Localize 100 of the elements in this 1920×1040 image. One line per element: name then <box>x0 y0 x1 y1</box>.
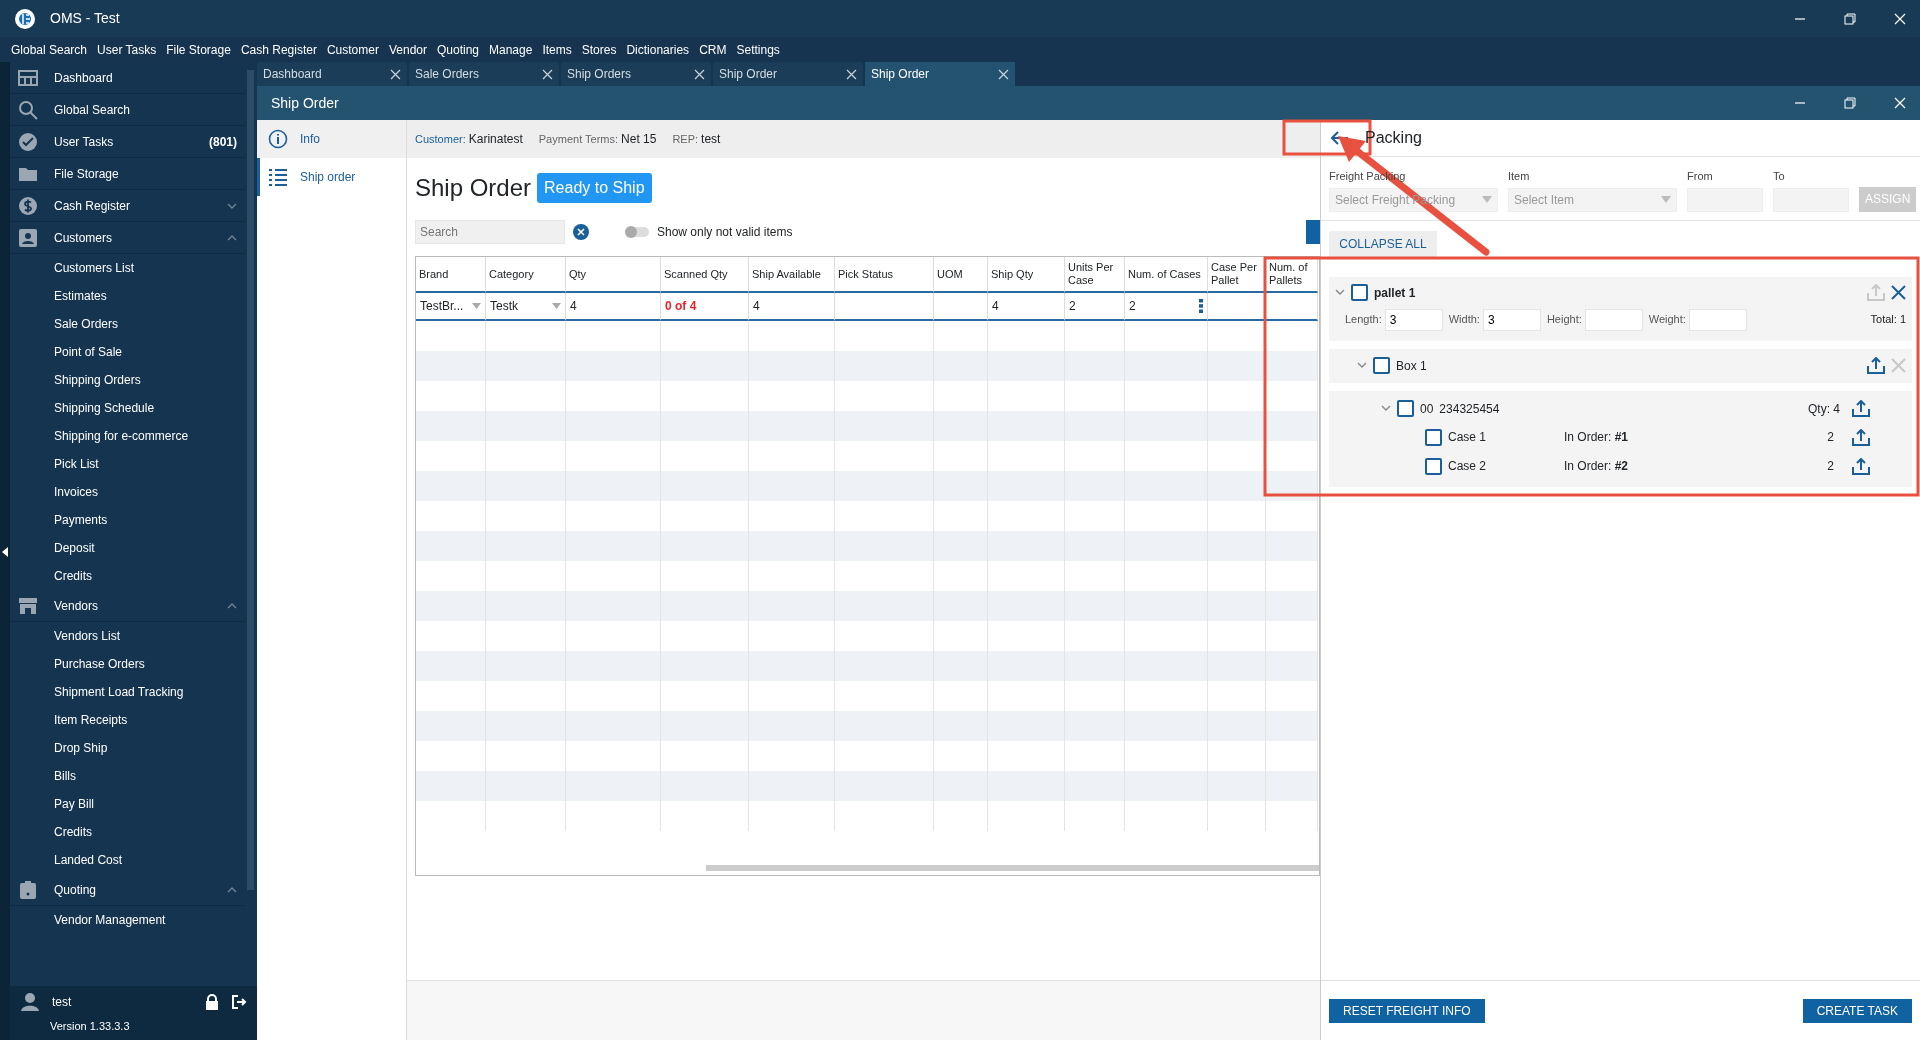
chevron-down-icon[interactable] <box>227 202 237 209</box>
reset-button[interactable]: RESET FREIGHT INFO <box>1329 998 1485 1023</box>
menu-item[interactable]: Vendor <box>383 40 432 59</box>
sidebar-subitem[interactable]: Point of Sale <box>10 338 245 366</box>
chevron-up-icon[interactable] <box>227 234 237 241</box>
column-header[interactable]: Qty <box>566 257 661 293</box>
column-header[interactable]: Scanned Qty <box>661 257 749 293</box>
chevron-down-icon[interactable] <box>1381 405 1391 412</box>
sidebar-subitem[interactable]: Vendors List <box>10 622 245 650</box>
sidebar-subitem[interactable]: Credits <box>10 562 245 590</box>
checkbox[interactable] <box>1397 400 1414 417</box>
menu-item[interactable]: User Tasks <box>92 40 162 59</box>
column-header[interactable]: Pick Status <box>835 257 934 293</box>
menu-item[interactable]: Cash Register <box>235 40 322 59</box>
restore-icon[interactable] <box>1844 12 1856 25</box>
sidebar-subitem[interactable]: Item Receipts <box>10 706 245 734</box>
sidebar-subitem[interactable]: Bills <box>10 762 245 790</box>
input-field[interactable]: 3 <box>1482 308 1541 331</box>
tab[interactable]: Sale Orders <box>409 62 559 86</box>
sidebar-item[interactable]: Customers <box>54 228 211 247</box>
scrollbar[interactable] <box>706 865 1319 871</box>
sidebar-subitem[interactable]: Deposit <box>10 534 245 562</box>
sidebar-item[interactable]: Dashboard <box>54 68 237 87</box>
sidebar-subitem[interactable]: Customers List <box>10 254 245 282</box>
sidebar-subitem[interactable]: Pay Bill <box>10 790 245 818</box>
input-field[interactable]: 3 <box>1384 308 1443 331</box>
clear-icon[interactable] <box>573 224 589 240</box>
sidebar-subitem[interactable]: Sale Orders <box>10 310 245 338</box>
checkbox[interactable] <box>1373 357 1390 374</box>
column-header[interactable]: Case Per Pallet <box>1208 257 1266 293</box>
input-field[interactable] <box>1688 308 1747 331</box>
column-header[interactable]: Ship Available <box>749 257 835 293</box>
logout-icon[interactable] <box>231 994 247 1010</box>
menu-item[interactable]: Settings <box>731 40 785 59</box>
menu-item[interactable]: Manage <box>484 40 538 59</box>
tab[interactable]: Ship Order <box>865 62 1015 86</box>
search-field[interactable]: Search <box>415 220 565 244</box>
column-header[interactable]: Category <box>486 257 566 293</box>
upload-icon[interactable] <box>1852 428 1870 446</box>
input-field[interactable] <box>1584 308 1643 331</box>
menu-item[interactable]: Customer <box>321 40 384 59</box>
checkbox[interactable] <box>1425 457 1442 475</box>
chevron-up-icon[interactable] <box>227 886 237 893</box>
back-arrow-icon[interactable] <box>1331 131 1349 145</box>
column-header[interactable]: UOM <box>934 257 988 293</box>
nav-item[interactable]: Info <box>257 120 406 158</box>
sidebar-subitem[interactable]: Shipment Load Tracking <box>10 678 245 706</box>
sidebar-subitem[interactable]: Shipping for e-commerce <box>10 422 245 450</box>
checkbox[interactable] <box>1351 284 1368 301</box>
column-header[interactable]: Num. of Pallets <box>1266 257 1318 293</box>
sidebar-subitem[interactable]: Purchase Orders <box>10 650 245 678</box>
column-header[interactable]: Brand <box>416 257 486 293</box>
table-cell <box>1208 411 1266 441</box>
sidebar-item[interactable]: Vendors <box>54 596 211 615</box>
menu-item[interactable]: Quoting <box>432 40 484 59</box>
field-label: Length: <box>1345 312 1382 328</box>
sidebar-subitem[interactable]: Credits <box>10 818 245 846</box>
menu-item[interactable]: Global Search <box>6 40 93 59</box>
upload-icon[interactable] <box>1852 457 1870 475</box>
menu-item[interactable]: Items <box>537 40 577 59</box>
chevron-down-icon[interactable] <box>1357 362 1367 369</box>
close-icon[interactable] <box>1891 285 1906 300</box>
menu-item[interactable]: Dictionaries <box>621 40 695 59</box>
sidebar-item[interactable]: File Storage <box>54 164 237 183</box>
chevron-down-icon[interactable] <box>1335 289 1345 296</box>
sidebar-subitem[interactable]: Payments <box>10 506 245 534</box>
sidebar-subitem[interactable]: Estimates <box>10 282 245 310</box>
sidebar-subitem[interactable]: Shipping Schedule <box>10 394 245 422</box>
create-task-button[interactable]: CREATE TASK <box>1802 998 1912 1023</box>
scrollbar[interactable] <box>247 70 254 890</box>
column-header[interactable]: Num. of Cases <box>1125 257 1208 293</box>
sidebar-item[interactable]: User Tasks <box>54 132 193 151</box>
tab[interactable]: Dashboard <box>257 62 407 86</box>
sidebar-subitem[interactable]: Invoices <box>10 478 245 506</box>
upload-icon[interactable] <box>1867 357 1885 374</box>
sidebar-item[interactable]: Quoting <box>54 880 211 899</box>
lock-icon[interactable] <box>205 994 219 1010</box>
column-header[interactable]: Ship Qty <box>988 257 1065 293</box>
toggle-switch[interactable] <box>625 227 649 237</box>
tab[interactable]: Ship Order <box>713 62 863 86</box>
collapse-all-button[interactable]: COLLAPSE ALL <box>1329 230 1437 257</box>
restore-icon[interactable] <box>1844 97 1856 109</box>
sidebar-collapse-icon[interactable] <box>2 547 8 557</box>
upload-icon[interactable] <box>1852 400 1870 417</box>
sidebar-subitem[interactable]: Vendor Management <box>10 906 245 934</box>
sidebar-subitem[interactable]: Drop Ship <box>10 734 245 762</box>
field-label: Weight: <box>1648 312 1686 328</box>
sidebar-subitem[interactable]: Pick List <box>10 450 245 478</box>
checkbox[interactable] <box>1425 428 1442 446</box>
sidebar-item[interactable]: Cash Register <box>54 196 211 215</box>
more-options-icon[interactable] <box>1199 299 1203 313</box>
sidebar-item[interactable]: Global Search <box>54 100 237 119</box>
tab[interactable]: Ship Orders <box>561 62 711 86</box>
sidebar-subitem[interactable]: Shipping Orders <box>10 366 245 394</box>
column-header[interactable]: Units Per Case <box>1065 257 1125 293</box>
menu-item[interactable]: File Storage <box>161 40 236 59</box>
chevron-up-icon[interactable] <box>227 602 237 609</box>
menu-item[interactable]: CRM <box>694 40 732 59</box>
sidebar-subitem[interactable]: Landed Cost <box>10 846 245 874</box>
menu-item[interactable]: Stores <box>576 40 622 59</box>
